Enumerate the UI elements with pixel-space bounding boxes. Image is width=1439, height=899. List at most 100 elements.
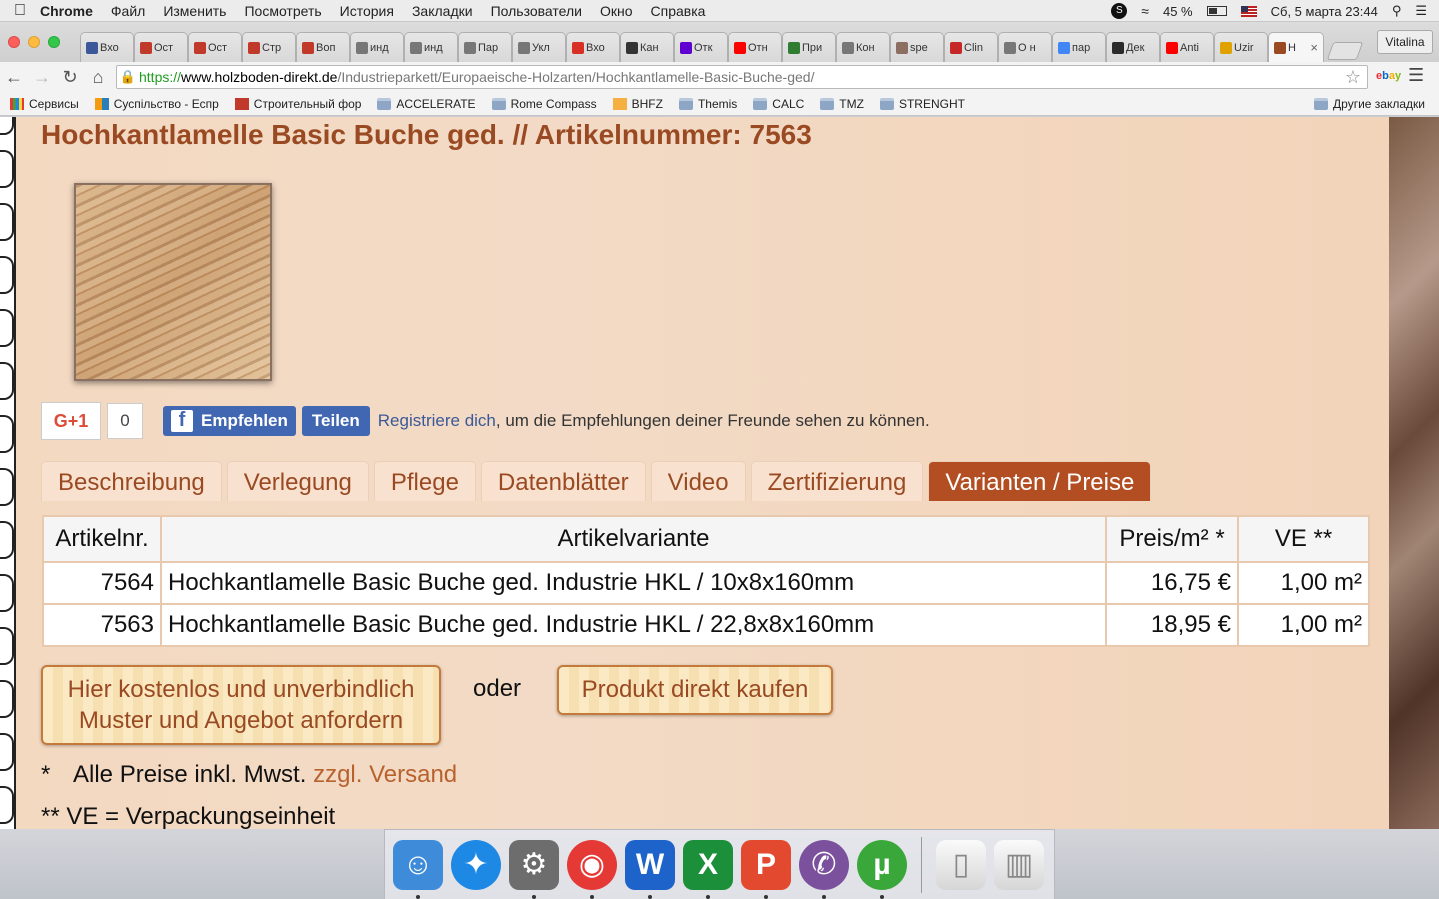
lock-icon[interactable]: 🔒 — [117, 69, 139, 85]
excel-icon[interactable]: X — [683, 839, 733, 899]
browser-tab[interactable]: Стр — [242, 32, 296, 62]
browser-tab[interactable]: Ост — [134, 32, 188, 62]
browser-tab[interactable]: spe — [890, 32, 944, 62]
home-icon[interactable]: ⌂ — [84, 63, 112, 91]
folder-icon — [678, 97, 693, 110]
browser-tab[interactable]: инд — [404, 32, 458, 62]
request-sample-button[interactable]: Hier kostenlos und unverbindlich Muster … — [41, 665, 441, 745]
bookmark-item[interactable]: Rome Compass — [491, 97, 597, 111]
facebook-icon — [86, 41, 98, 54]
browser-tab[interactable]: инд — [350, 32, 404, 62]
trash-icon[interactable]: ▥ — [994, 839, 1044, 890]
tab-certification[interactable]: Zertifizierung — [750, 461, 924, 501]
forward-icon[interactable]: → — [28, 63, 56, 91]
viber-icon[interactable]: ✆ — [799, 839, 849, 899]
menu-app-name[interactable]: Chrome — [40, 3, 93, 19]
wifi-icon[interactable]: ≈ — [1141, 3, 1149, 19]
tab-datasheets[interactable]: Datenblätter — [480, 461, 646, 501]
profile-button[interactable]: Vitalina — [1377, 30, 1433, 54]
bookmark-item[interactable]: TMZ — [820, 97, 864, 111]
bookmark-item[interactable]: ACCELERATE — [377, 97, 476, 111]
facebook-recommend-button[interactable]: f Empfehlen — [163, 406, 296, 436]
document-icon[interactable]: ▯ — [936, 839, 986, 890]
browser-tab[interactable]: Воп — [296, 32, 350, 62]
bookmark-item[interactable]: STRENGHT — [879, 97, 965, 111]
bookmark-item[interactable]: Themis — [678, 97, 737, 111]
close-tab-icon[interactable]: × — [1310, 40, 1318, 55]
gplus-button[interactable]: G+1 — [41, 402, 101, 440]
browser-tab[interactable]: Anti — [1160, 32, 1214, 62]
menu-people[interactable]: Пользователи — [491, 3, 582, 19]
bookmark-star-icon[interactable]: ☆ — [1345, 67, 1361, 88]
browser-tab-label: Вхо — [100, 41, 119, 54]
bookmark-item[interactable]: Сервисы — [10, 97, 79, 111]
new-tab-button[interactable] — [1326, 42, 1364, 60]
bookmark-item[interactable]: BHFZ — [612, 97, 663, 111]
tab-description[interactable]: Beschreibung — [41, 461, 222, 501]
bookmark-item[interactable]: Суспільство - Еспр — [94, 97, 219, 111]
tab-video[interactable]: Video — [650, 461, 746, 501]
skype-icon[interactable]: S — [1111, 3, 1128, 19]
menu-edit[interactable]: Изменить — [163, 3, 226, 19]
browser-tab[interactable]: Отн — [728, 32, 782, 62]
browser-tab[interactable]: Вхо — [566, 32, 620, 62]
browser-tab[interactable]: Clin — [944, 32, 998, 62]
browser-tab[interactable]: Пар — [458, 32, 512, 62]
bookmark-item[interactable]: Строительный фор — [234, 97, 361, 111]
shipping-link[interactable]: zzgl. Versand — [313, 761, 457, 788]
menu-history[interactable]: История — [340, 3, 394, 19]
browser-tab[interactable]: Uzir — [1214, 32, 1268, 62]
dock-separator — [921, 836, 922, 893]
menu-window[interactable]: Окно — [600, 3, 633, 19]
tab-variants-prices[interactable]: Varianten / Preise — [928, 461, 1152, 501]
browser-tab-active[interactable]: H × — [1268, 32, 1324, 62]
zoom-window-button[interactable] — [48, 36, 60, 48]
safari-icon[interactable]: ✦ — [451, 839, 501, 890]
browser-tab[interactable]: При — [782, 32, 836, 62]
bookmark-item[interactable]: CALC — [753, 97, 804, 111]
word-icon[interactable]: W — [625, 839, 675, 899]
table-row[interactable]: 7563 Hochkantlamelle Basic Buche ged. Ind… — [42, 603, 1370, 647]
spotlight-icon[interactable]: ⚲ — [1392, 3, 1402, 19]
browser-tab[interactable]: пар — [1052, 32, 1106, 62]
browser-tab[interactable]: Кан — [620, 32, 674, 62]
cell-variant: Hochkantlamelle Basic Buche ged. Industr… — [160, 561, 1107, 605]
powerpoint-icon[interactable]: P — [741, 839, 791, 899]
browser-tab[interactable]: Кон — [836, 32, 890, 62]
tab-care[interactable]: Pflege — [373, 461, 476, 501]
browser-tab[interactable]: О н — [998, 32, 1052, 62]
facebook-register-link[interactable]: Registriere dich — [378, 411, 496, 430]
notification-center-icon[interactable]: ☰ — [1415, 3, 1427, 19]
minimize-window-button[interactable] — [28, 36, 40, 48]
close-window-button[interactable] — [8, 36, 20, 48]
system-preferences-icon[interactable]: ⚙ — [509, 839, 559, 899]
browser-tab[interactable]: Ост — [188, 32, 242, 62]
left-decoration-rail — [0, 117, 16, 829]
table-row[interactable]: 7564 Hochkantlamelle Basic Buche ged. Ind… — [42, 561, 1370, 605]
menu-file[interactable]: Файл — [111, 3, 145, 19]
facebook-share-button[interactable]: Teilen — [301, 406, 370, 436]
ebay-extension-icon[interactable]: ebay — [1376, 70, 1401, 82]
battery-icon[interactable] — [1206, 6, 1227, 16]
chrome-icon[interactable]: ◉ — [567, 839, 617, 899]
back-icon[interactable]: ← — [0, 63, 28, 91]
reload-icon[interactable]: ↻ — [56, 63, 84, 91]
browser-tab[interactable]: Дек — [1106, 32, 1160, 62]
tab-installation[interactable]: Verlegung — [226, 461, 369, 501]
chrome-menu-icon[interactable]: ☰ — [1408, 65, 1424, 86]
menu-bookmarks[interactable]: Закладки — [412, 3, 473, 19]
menu-help[interactable]: Справка — [651, 3, 706, 19]
browser-tab[interactable]: Отк — [674, 32, 728, 62]
other-bookmarks[interactable]: Другие закладки — [1314, 97, 1425, 111]
utorrent-icon[interactable]: µ — [857, 839, 907, 899]
apple-icon[interactable]:  — [0, 2, 40, 20]
menu-view[interactable]: Посмотреть — [244, 3, 321, 19]
buy-now-button[interactable]: Produkt direkt kaufen — [557, 665, 833, 715]
finder-icon[interactable]: ☺ — [393, 839, 443, 899]
browser-tab[interactable]: Укл — [512, 32, 566, 62]
clock[interactable]: Сб, 5 марта 23:44 — [1271, 4, 1378, 19]
us-flag-icon[interactable] — [1240, 5, 1257, 17]
address-bar[interactable]: 🔒 https://www.holzboden-direkt.de/Indust… — [116, 65, 1368, 89]
browser-tab[interactable]: Вхо — [80, 32, 134, 62]
product-image[interactable] — [74, 183, 272, 381]
